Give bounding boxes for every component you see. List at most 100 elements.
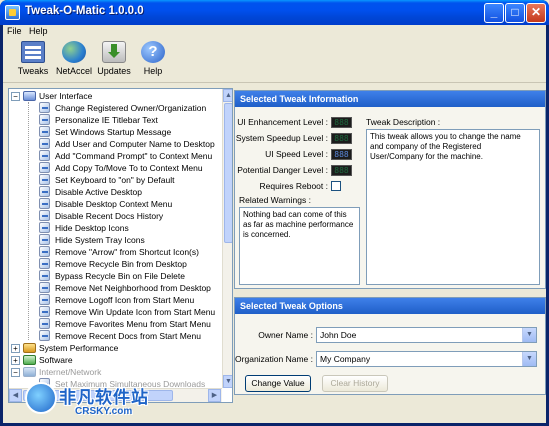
netaccel-button[interactable]: NetAccel bbox=[55, 41, 93, 81]
system-speedup-label: System Speedup Level : bbox=[235, 133, 328, 143]
tweak-icon bbox=[39, 318, 50, 329]
tree-root-user-interface[interactable]: − User Interface bbox=[11, 90, 221, 102]
scroll-up-arrow-icon[interactable]: ▲ bbox=[223, 89, 232, 102]
expand-icon[interactable]: + bbox=[11, 344, 20, 353]
tree-item[interactable]: Change Registered Owner/Organization bbox=[39, 102, 221, 114]
scroll-left-arrow-icon[interactable]: ◀ bbox=[9, 389, 22, 402]
tweak-options-header: Selected Tweak Options bbox=[235, 298, 545, 314]
watermark: 非凡软件站 CRSKY.com bbox=[23, 378, 203, 423]
owner-name-label: Owner Name : bbox=[258, 330, 313, 340]
tree-item[interactable]: Hide System Tray Icons bbox=[39, 234, 221, 246]
scroll-down-arrow-icon[interactable]: ▼ bbox=[223, 375, 232, 388]
tweak-icon bbox=[39, 138, 50, 149]
organization-name-label: Organization Name : bbox=[235, 354, 313, 364]
tree-item[interactable]: Remove Net Neighborhood from Desktop bbox=[39, 282, 221, 294]
tree-vertical-scrollbar[interactable]: ▲ ▼ bbox=[222, 89, 232, 388]
tree-item-label: Add Copy To/Move To to Context Menu bbox=[55, 163, 203, 173]
tweaks-button[interactable]: Tweaks bbox=[17, 41, 49, 81]
tweak-icon bbox=[39, 174, 50, 185]
ui-speed-label: UI Speed Level : bbox=[265, 149, 328, 159]
tree-item[interactable]: Add User and Computer Name to Desktop bbox=[39, 138, 221, 150]
description-label: Tweak Description : bbox=[366, 117, 441, 127]
tree-group-internet-network[interactable]: − Internet/Network bbox=[11, 366, 221, 378]
window-title: Tweak-O-Matic 1.0.0.0 bbox=[25, 5, 144, 17]
tree-item-label: Add "Command Prompt" to Context Menu bbox=[55, 151, 213, 161]
requires-reboot-label: Requires Reboot : bbox=[259, 181, 328, 191]
tree-guide-line bbox=[28, 102, 29, 340]
tweak-icon bbox=[39, 114, 50, 125]
tree-item-label: Remove Recycle Bin from Desktop bbox=[55, 259, 187, 269]
menu-file[interactable]: File bbox=[7, 26, 22, 36]
tweak-info-header: Selected Tweak Information bbox=[235, 91, 545, 107]
minimize-button[interactable]: _ bbox=[484, 3, 504, 23]
tweak-icon bbox=[39, 294, 50, 305]
tree-item-label: Change Registered Owner/Organization bbox=[55, 103, 207, 113]
tweak-icon bbox=[39, 198, 50, 209]
tree-item-label: Remove Net Neighborhood from Desktop bbox=[55, 283, 211, 293]
danger-level-meter: 888 bbox=[331, 165, 352, 176]
maximize-button[interactable]: □ bbox=[505, 3, 525, 23]
tweak-icon bbox=[39, 282, 50, 293]
tree-item[interactable]: Set Keyboard to "on" by Default bbox=[39, 174, 221, 186]
organization-name-combo[interactable]: My Company ▼ bbox=[316, 351, 537, 367]
collapse-icon[interactable]: − bbox=[11, 368, 20, 377]
toolbar: Tweaks NetAccel Updates ? Help bbox=[3, 39, 546, 83]
watermark-logo-icon bbox=[25, 382, 57, 414]
clear-history-button[interactable]: Clear History bbox=[322, 375, 388, 392]
tree-item[interactable]: Hide Desktop Icons bbox=[39, 222, 221, 234]
tweaks-tree[interactable]: − User Interface Change Registered Owner… bbox=[8, 88, 233, 403]
tree-item[interactable]: Remove Recent Docs from Start Menu bbox=[39, 330, 221, 342]
tree-item-label: Set Keyboard to "on" by Default bbox=[55, 175, 175, 185]
app-icon bbox=[5, 5, 20, 20]
tree-item[interactable]: Remove Win Update Icon from Start Menu bbox=[39, 306, 221, 318]
tree-item-label: Disable Active Desktop bbox=[55, 187, 142, 197]
tree-item[interactable]: Remove Recycle Bin from Desktop bbox=[39, 258, 221, 270]
tree-item[interactable]: Add Copy To/Move To to Context Menu bbox=[39, 162, 221, 174]
tree-item[interactable]: Disable Active Desktop bbox=[39, 186, 221, 198]
warnings-textbox[interactable]: Nothing bad can come of this as far as m… bbox=[239, 207, 360, 285]
tree-item[interactable]: Remove "Arrow" from Shortcut Icon(s) bbox=[39, 246, 221, 258]
tree-item[interactable]: Bypass Recycle Bin on File Delete bbox=[39, 270, 221, 282]
scroll-thumb[interactable] bbox=[224, 103, 232, 243]
menu-help[interactable]: Help bbox=[29, 26, 48, 36]
tree-item[interactable]: Disable Recent Docs History bbox=[39, 210, 221, 222]
updates-button[interactable]: Updates bbox=[97, 41, 131, 81]
chevron-down-icon[interactable]: ▼ bbox=[522, 352, 536, 366]
tree-item-label: Remove Logoff Icon from Start Menu bbox=[55, 295, 195, 305]
description-textbox[interactable]: This tweak allows you to change the name… bbox=[366, 129, 540, 285]
tweak-icon bbox=[39, 102, 50, 113]
tree-item[interactable]: Personalize IE Titlebar Text bbox=[39, 114, 221, 126]
ui-speed-meter: 888 bbox=[331, 149, 352, 160]
user-interface-icon bbox=[23, 91, 36, 101]
tree-group-software[interactable]: + Software bbox=[11, 354, 221, 366]
tweak-icon bbox=[39, 234, 50, 245]
netaccel-icon bbox=[62, 41, 86, 63]
collapse-icon[interactable]: − bbox=[11, 92, 20, 101]
tree-item-label: Remove "Arrow" from Shortcut Icon(s) bbox=[55, 247, 199, 257]
watermark-brand: 非凡软件站 bbox=[59, 388, 149, 408]
tree-item[interactable]: Remove Favorites Menu from Start Menu bbox=[39, 318, 221, 330]
close-button[interactable]: ✕ bbox=[526, 3, 546, 23]
tree-item[interactable]: Disable Desktop Context Menu bbox=[39, 198, 221, 210]
system-speedup-meter: 888 bbox=[331, 133, 352, 144]
watermark-sub: CRSKY.com bbox=[75, 406, 133, 417]
expand-icon[interactable]: + bbox=[11, 356, 20, 365]
tweak-icon bbox=[39, 258, 50, 269]
tweak-icon bbox=[39, 210, 50, 221]
tree-item[interactable]: Remove Logoff Icon from Start Menu bbox=[39, 294, 221, 306]
tweak-icon bbox=[39, 150, 50, 161]
tree-item-label: Personalize IE Titlebar Text bbox=[55, 115, 158, 125]
client-area: File Help Tweaks NetAccel Updates ? Help bbox=[3, 25, 546, 423]
scroll-right-arrow-icon[interactable]: ▶ bbox=[208, 389, 221, 402]
tree-group-system-performance[interactable]: + System Performance bbox=[11, 342, 221, 354]
change-value-button[interactable]: Change Value bbox=[245, 375, 311, 392]
owner-name-combo[interactable]: John Doe ▼ bbox=[316, 327, 537, 343]
tree-item[interactable]: Set Windows Startup Message bbox=[39, 126, 221, 138]
requires-reboot-checkbox[interactable] bbox=[331, 181, 341, 191]
title-bar[interactable]: Tweak-O-Matic 1.0.0.0 _ □ ✕ bbox=[0, 0, 549, 25]
help-button[interactable]: ? Help bbox=[141, 41, 165, 81]
tweak-icon bbox=[39, 222, 50, 233]
chevron-down-icon[interactable]: ▼ bbox=[522, 328, 536, 342]
tree-item[interactable]: Add "Command Prompt" to Context Menu bbox=[39, 150, 221, 162]
tweak-icon bbox=[39, 162, 50, 173]
